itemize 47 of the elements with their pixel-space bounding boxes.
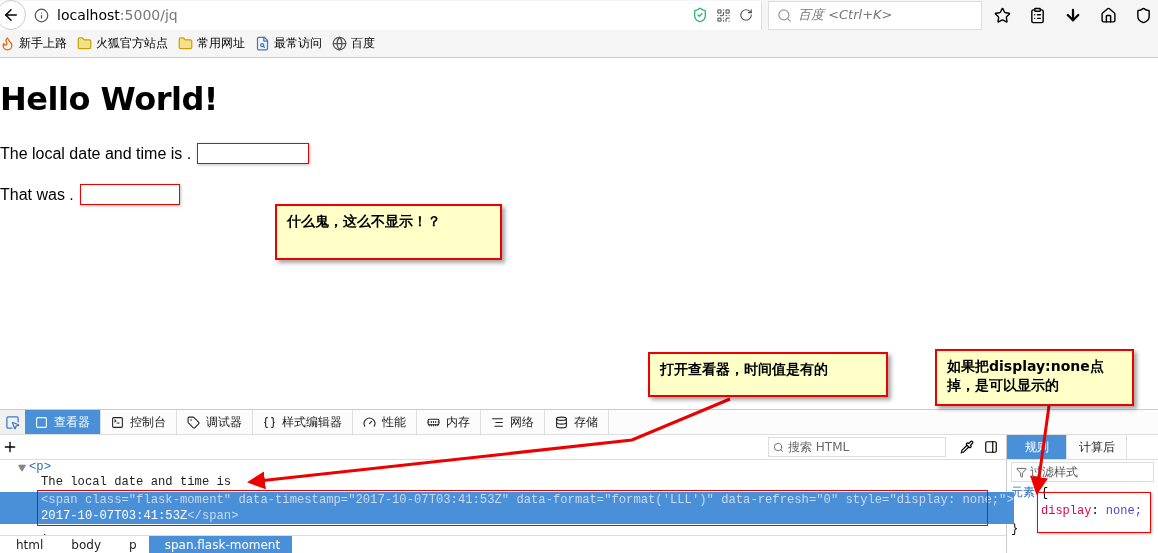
bookmark-link[interactable]: 最常访问: [255, 35, 322, 52]
shield-icon: [692, 7, 708, 23]
devtools-tab[interactable]: 样式编辑器: [253, 410, 353, 434]
annotation-callout: 如果把display:none点掉，是可以显示的: [935, 349, 1134, 406]
filter-icon: [1016, 466, 1027, 478]
info-icon: [34, 7, 49, 23]
search-icon: [777, 7, 792, 23]
back-button[interactable]: [0, 0, 26, 30]
markup-tag[interactable]: <p>: [29, 460, 51, 475]
annotation-callout: 什么鬼，这么不显示！？: [275, 204, 502, 260]
performance-icon: [363, 415, 376, 429]
page-heading: Hello World!: [0, 80, 219, 118]
bookmark-link[interactable]: 常用网址: [178, 35, 245, 52]
css-declaration: display: none;: [1041, 503, 1142, 520]
page-paragraph: That was .: [0, 185, 74, 204]
markup-text: The local date and time is: [41, 475, 232, 490]
annotation-callout: 打开查看器，时间值是有的: [648, 352, 888, 397]
page-paragraph: The local date and time is .: [0, 144, 192, 163]
qr-code-icon: [716, 7, 731, 23]
eyedropper-icon[interactable]: [960, 440, 974, 454]
folder-icon: [178, 36, 193, 51]
devtools-tab[interactable]: 性能: [353, 410, 417, 434]
breadcrumb[interactable]: p: [113, 536, 149, 553]
network-icon: [491, 415, 504, 429]
panel-toggle-icon[interactable]: [984, 440, 998, 454]
devtools-tab[interactable]: 内存: [417, 410, 481, 434]
element-picker-icon[interactable]: [0, 410, 25, 434]
style-icon: [263, 415, 276, 429]
breadcrumb[interactable]: body: [55, 536, 114, 553]
folder-icon: [77, 36, 92, 51]
bookmark-link[interactable]: 新手上路: [0, 35, 67, 52]
search-html-field[interactable]: 搜索 HTML: [768, 437, 946, 457]
devtools-tab[interactable]: 存储: [545, 410, 609, 434]
console-icon: [111, 415, 124, 429]
bookmark-link[interactable]: 百度: [332, 35, 375, 52]
devtools-tab[interactable]: 网络: [481, 410, 545, 434]
storage-icon: [555, 415, 568, 429]
globe-icon: [332, 36, 347, 51]
search-field[interactable]: 百度 <Ctrl+K>: [768, 0, 982, 30]
page-icon: [255, 36, 270, 51]
expand-icon[interactable]: [18, 463, 26, 472]
bookmark-link[interactable]: 火狐官方站点: [77, 35, 168, 52]
search-icon: [773, 441, 784, 453]
add-icon[interactable]: [2, 439, 18, 455]
reload-icon[interactable]: [739, 8, 753, 22]
devtools-tab[interactable]: 调试器: [177, 410, 253, 434]
devtools-tab[interactable]: 控制台: [101, 410, 177, 434]
